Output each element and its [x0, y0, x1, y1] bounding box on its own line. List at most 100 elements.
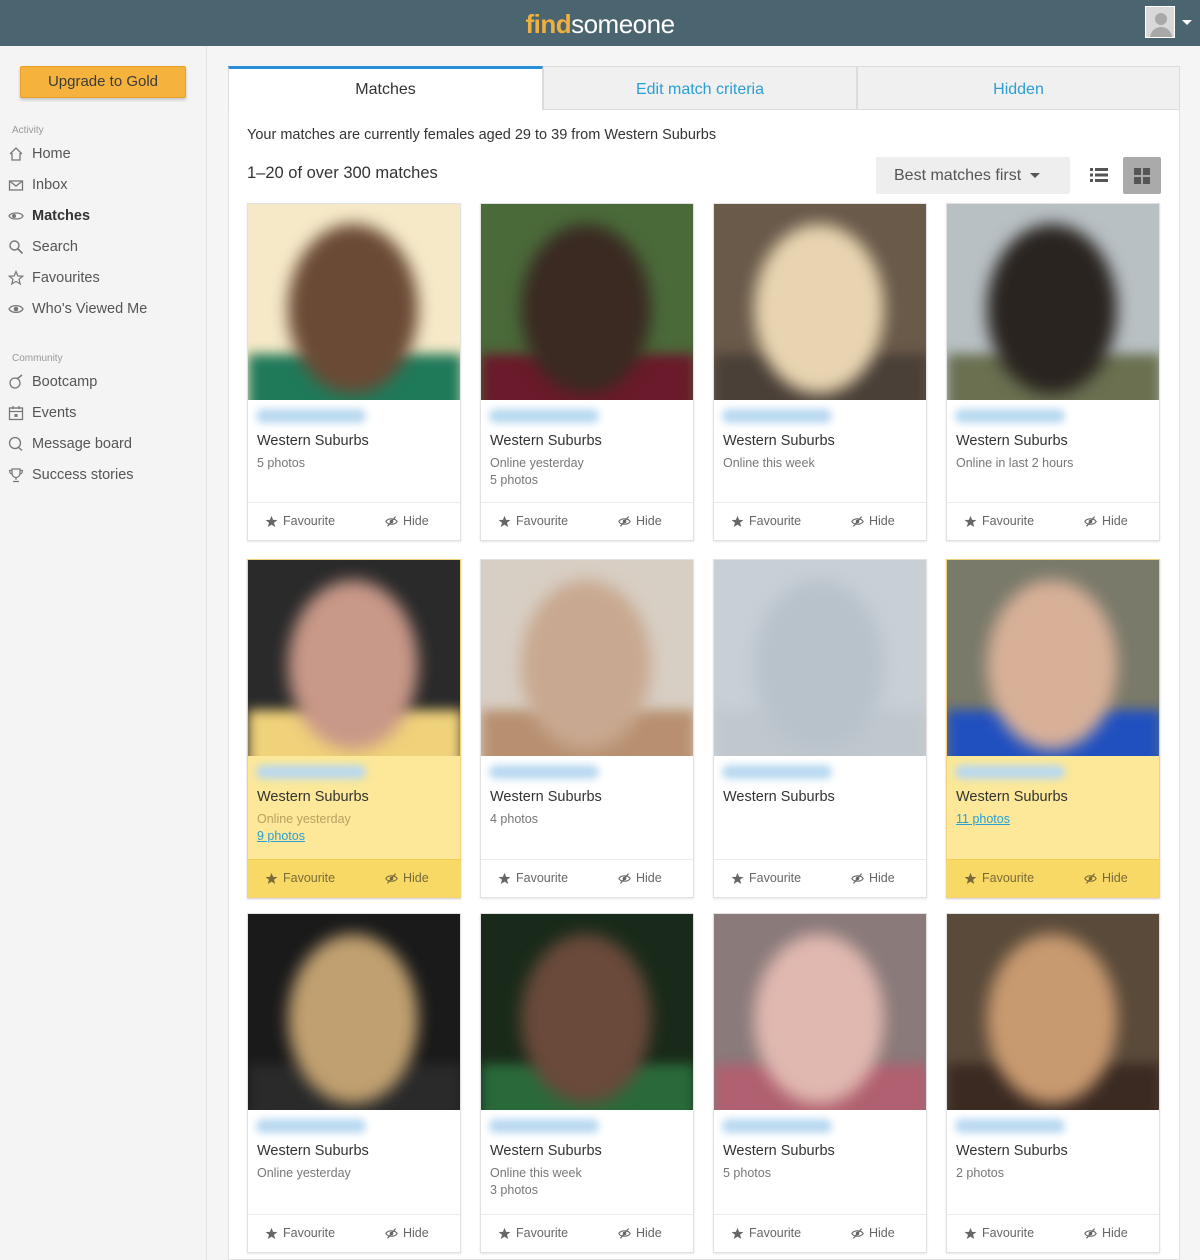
profile-photo[interactable] [248, 914, 460, 1110]
match-card[interactable]: Western Suburbs Online this week Favourite… [713, 203, 927, 541]
sidebar-item-success-stories[interactable]: Success stories [8, 463, 198, 487]
sidebar-item-favourites[interactable]: Favourites [8, 266, 198, 290]
hide-button[interactable]: Hide [851, 1226, 895, 1240]
profile-photo[interactable] [947, 914, 1159, 1110]
profile-photo[interactable] [947, 204, 1159, 400]
card-location: Western Suburbs [490, 789, 602, 805]
upgrade-to-gold-button[interactable]: Upgrade to Gold [20, 66, 186, 98]
favourite-button[interactable]: Favourite [731, 871, 801, 885]
hide-button[interactable]: Hide [1084, 514, 1128, 528]
card-actions: Favourite Hide [947, 859, 1159, 897]
eye-slash-icon [851, 872, 864, 885]
blurred-username[interactable] [256, 1119, 366, 1133]
match-card[interactable]: Western Suburbs Online this week 3 photos F… [480, 913, 694, 1253]
blurred-username[interactable] [489, 409, 599, 423]
match-card[interactable]: Western Suburbs 11 photos Favourite Hide [946, 559, 1160, 898]
favourite-button[interactable]: Favourite [731, 514, 801, 528]
profile-photo[interactable] [481, 560, 693, 756]
eye-slash-icon [385, 1227, 398, 1240]
photos-link[interactable]: 11 photos [956, 812, 1010, 826]
star-icon [265, 515, 278, 528]
eye-slash-icon [618, 1227, 631, 1240]
sidebar-item-bootcamp[interactable]: Bootcamp [8, 370, 198, 394]
photos-link[interactable]: 9 photos [257, 829, 305, 843]
hide-button[interactable]: Hide [851, 514, 895, 528]
account-menu-caret-icon[interactable] [1182, 20, 1192, 25]
match-card[interactable]: Western Suburbs Online yesterday 9 photos F… [247, 559, 461, 898]
blurred-username[interactable] [489, 1119, 599, 1133]
user-avatar[interactable] [1145, 6, 1175, 38]
grid-view-icon [1134, 167, 1150, 184]
profile-photo[interactable] [714, 560, 926, 756]
blurred-username[interactable] [489, 765, 599, 779]
list-view-button[interactable] [1085, 160, 1113, 190]
favourite-button[interactable]: Favourite [731, 1226, 801, 1240]
eye-slash-icon [1084, 1227, 1097, 1240]
hide-button[interactable]: Hide [1084, 871, 1128, 885]
profile-photo[interactable] [714, 914, 926, 1110]
chevron-down-icon [1030, 173, 1041, 178]
match-card[interactable]: Western Suburbs 5 photos Favourite Hide [713, 913, 927, 1253]
favourite-button[interactable]: Favourite [265, 1226, 335, 1240]
tab-hidden[interactable]: Hidden [857, 66, 1180, 110]
sidebar-item-events[interactable]: Events [8, 401, 198, 425]
home-icon [8, 146, 24, 162]
profile-photo[interactable] [481, 914, 693, 1110]
hide-button[interactable]: Hide [618, 514, 662, 528]
hide-button[interactable]: Hide [851, 871, 895, 885]
sidebar-item-matches[interactable]: Matches [8, 204, 198, 228]
favourite-label: Favourite [749, 1226, 802, 1240]
sidebar-item-label: Who's Viewed Me [32, 301, 148, 317]
sidebar-item-inbox[interactable]: Inbox [8, 173, 198, 197]
hide-button[interactable]: Hide [385, 871, 429, 885]
hide-button[interactable]: Hide [385, 514, 429, 528]
favourite-button[interactable]: Favourite [265, 871, 335, 885]
match-card[interactable]: Western Suburbs 5 photos Favourite Hide [247, 203, 461, 541]
sort-dropdown[interactable]: Best matches first [876, 157, 1070, 194]
blurred-username[interactable] [256, 765, 366, 779]
star-icon [498, 872, 511, 885]
tab-matches[interactable]: Matches [228, 66, 543, 110]
profile-photo[interactable] [947, 560, 1159, 756]
favourite-button[interactable]: Favourite [964, 1226, 1034, 1240]
profile-photo[interactable] [481, 204, 693, 400]
hide-label: Hide [636, 871, 662, 885]
blurred-username[interactable] [722, 409, 832, 423]
profile-photo[interactable] [248, 204, 460, 400]
match-card[interactable]: Western Suburbs Online yesterday 5 photos F… [480, 203, 694, 541]
sidebar-item-home[interactable]: Home [8, 142, 198, 166]
hide-button[interactable]: Hide [385, 1226, 429, 1240]
match-card[interactable]: Western Suburbs 2 photos Favourite Hide [946, 913, 1160, 1253]
blurred-username[interactable] [722, 765, 832, 779]
blurred-username[interactable] [955, 1119, 1065, 1133]
hide-button[interactable]: Hide [618, 871, 662, 885]
favourite-button[interactable]: Favourite [265, 514, 335, 528]
favourite-button[interactable]: Favourite [498, 1226, 568, 1240]
tab-edit-match-criteria[interactable]: Edit match criteria [543, 66, 857, 110]
sidebar-item-who-s-viewed-me[interactable]: Who's Viewed Me [8, 297, 198, 321]
sidebar-item-search[interactable]: Search [8, 235, 198, 259]
match-card[interactable]: Western Suburbs Online in last 2 hours Fav… [946, 203, 1160, 541]
hide-button[interactable]: Hide [618, 1226, 662, 1240]
profile-photo[interactable] [248, 560, 460, 756]
favourite-button[interactable]: Favourite [964, 871, 1034, 885]
findsomeone-logo[interactable]: findsomeone [0, 9, 1200, 40]
blurred-username[interactable] [955, 409, 1065, 423]
card-status-text: Online yesterday [490, 456, 584, 470]
match-card[interactable]: Western Suburbs Online yesterday Favourite… [247, 913, 461, 1253]
blurred-username[interactable] [256, 409, 366, 423]
blurred-username[interactable] [955, 765, 1065, 779]
sidebar-item-message-board[interactable]: Message board [8, 432, 198, 456]
blurred-username[interactable] [722, 1119, 832, 1133]
profile-photo[interactable] [714, 204, 926, 400]
grid-view-button[interactable] [1123, 157, 1161, 194]
favourite-label: Favourite [982, 1226, 1035, 1240]
favourite-button[interactable]: Favourite [964, 514, 1034, 528]
sidebar-item-label: Message board [32, 436, 132, 452]
hide-button[interactable]: Hide [1084, 1226, 1128, 1240]
match-card[interactable]: Western Suburbs 4 photos Favourite Hide [480, 559, 694, 898]
card-actions: Favourite Hide [714, 502, 926, 540]
favourite-button[interactable]: Favourite [498, 871, 568, 885]
match-card[interactable]: Western Suburbs Favourite Hide [713, 559, 927, 898]
favourite-button[interactable]: Favourite [498, 514, 568, 528]
